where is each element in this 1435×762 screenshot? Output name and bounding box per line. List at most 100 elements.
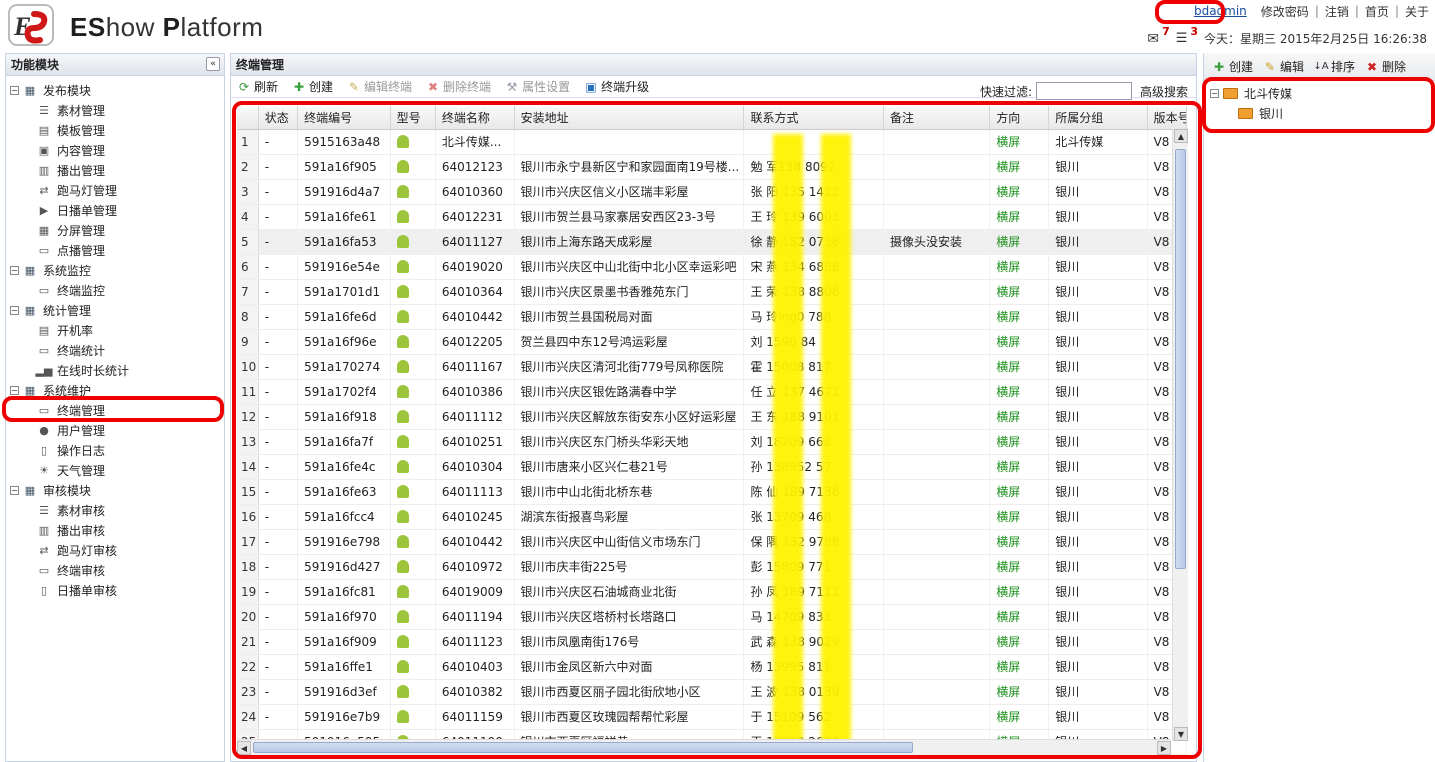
sidebar-item-terminal-audit[interactable]: ▭ 终端审核 — [6, 560, 224, 580]
folder-tree-icon: ▦ — [24, 303, 36, 317]
notification-row: ✉ 7 ☰ 3 今天：星期三 2015年2月25日 16:26:38 — [1147, 25, 1427, 47]
collapse-toggle-icon[interactable]: − — [10, 265, 19, 275]
refresh-icon: ⟳ — [238, 79, 250, 94]
create-button[interactable]: ✚ 创建 — [292, 78, 333, 95]
monitor-icon: ▭ — [38, 243, 50, 257]
broadcast-icon: ▥ — [38, 523, 50, 537]
sun-icon: ☀ — [39, 463, 49, 477]
sidebar-item-template[interactable]: ▤ 模板管理 — [6, 120, 224, 140]
sidebar-group-monitor[interactable]: − ▦ 系统监控 — [6, 260, 224, 280]
group-panel: ✚ 创建 ✎ 编辑 ↓A 排序 ✖ 删除 − 北斗传媒 银川 — [1203, 53, 1435, 762]
home-link[interactable]: 首页 — [1359, 3, 1395, 20]
sidebar-item-material[interactable]: ☰ 素材管理 — [6, 100, 224, 120]
refresh-button[interactable]: ⟳ 刷新 — [237, 78, 278, 95]
delete-icon: ✖ — [1367, 59, 1378, 74]
terminal-icon: ▭ — [38, 563, 50, 577]
user-icon: ● — [39, 423, 49, 437]
properties-button[interactable]: ⚒ 属性设置 — [505, 78, 570, 95]
sidebar-item-online-duration[interactable]: ▂▅ 在线时长统计 — [6, 360, 224, 380]
pencil-icon: ✎ — [349, 79, 360, 94]
group-sort-button[interactable]: ↓A 排序 — [1313, 58, 1355, 75]
sidebar-item-marquee-audit[interactable]: ⇄ 跑马灯审核 — [6, 540, 224, 560]
sidebar-item-broadcast[interactable]: ▥ 播出管理 — [6, 160, 224, 180]
mail-count-badge: 7 — [1162, 25, 1170, 38]
logout-link[interactable]: 注销 — [1319, 3, 1355, 20]
highlight-username — [1155, 0, 1225, 24]
list-icon: ☰ — [39, 103, 49, 117]
sidebar-title: 功能模块 — [11, 58, 60, 72]
collapse-toggle-icon[interactable]: − — [10, 485, 19, 495]
sidebar-item-marquee[interactable]: ⇄ 跑马灯管理 — [6, 180, 224, 200]
sidebar-tree: − ▦ 发布模块 ☰ 素材管理 ▤ 模板管理 ▣ 内容管理 ▥ 播出管理 ⇄ 跑马灯管理 ▶ 日… — [6, 76, 224, 600]
sidebar-item-boot-rate[interactable]: ▤ 开机率 — [6, 320, 224, 340]
eshow-logo: E — [8, 4, 54, 46]
highlight-sidebar-item — [2, 396, 224, 422]
bar-chart-icon: ▂▅ — [35, 363, 53, 377]
group-create-button[interactable]: ✚ 创建 — [1212, 58, 1253, 75]
document-icon: ▤ — [38, 323, 50, 337]
sidebar-item-daily-audit[interactable]: ▯ 日播单审核 — [6, 580, 224, 600]
terminal-icon: ▭ — [38, 283, 50, 297]
marquee-icon: ⇄ — [39, 183, 49, 197]
folder-tree-icon: ▦ — [24, 483, 36, 497]
highlight-grid — [232, 101, 1202, 759]
sidebar-item-broadcast-audit[interactable]: ▥ 播出审核 — [6, 520, 224, 540]
mail-icon[interactable]: ✉ — [1147, 31, 1159, 47]
sidebar-header: 功能模块 « — [6, 54, 224, 76]
about-link[interactable]: 关于 — [1399, 3, 1435, 20]
advanced-search-link[interactable]: 高级搜索 — [1140, 83, 1188, 100]
message-count-badge: 3 — [1190, 25, 1199, 38]
log-icon: ▯ — [40, 443, 48, 457]
sidebar-group-audit[interactable]: − ▦ 审核模块 — [6, 480, 224, 500]
filter-label: 快速过滤: — [979, 84, 1032, 99]
collapse-toggle-icon[interactable]: − — [10, 385, 19, 395]
sidebar-item-weather[interactable]: ☀ 天气管理 — [6, 460, 224, 480]
sidebar-item-vod[interactable]: ▭ 点播管理 — [6, 240, 224, 260]
delete-terminal-button[interactable]: ✖ 删除终端 — [426, 78, 491, 95]
sidebar-item-terminal-monitor[interactable]: ▭ 终端监控 — [6, 280, 224, 300]
highlight-group-tree — [1202, 77, 1435, 133]
checklist-icon: ▯ — [40, 583, 48, 597]
sidebar-item-daily-schedule[interactable]: ▶ 日播单管理 — [6, 200, 224, 220]
group-delete-button[interactable]: ✖ 删除 — [1365, 58, 1406, 75]
broadcast-icon: ▥ — [38, 163, 50, 177]
sidebar-item-split-screen[interactable]: ▦ 分屏管理 — [6, 220, 224, 240]
pencil-icon: ✎ — [1264, 59, 1276, 74]
sidebar-group-publish[interactable]: − ▦ 发布模块 — [6, 80, 224, 100]
collapse-toggle-icon[interactable]: − — [10, 85, 19, 95]
content-icon: ▣ — [38, 143, 50, 157]
wrench-icon: ⚒ — [506, 79, 518, 94]
current-date: 今天：星期三 2015年2月25日 16:26:38 — [1204, 32, 1427, 46]
sidebar-item-user-management[interactable]: ● 用户管理 — [6, 420, 224, 440]
monitor-icon: ▭ — [38, 343, 50, 357]
edit-terminal-button[interactable]: ✎ 编辑终端 — [347, 78, 412, 95]
delete-icon: ✖ — [428, 79, 439, 94]
split-screen-icon: ▦ — [38, 223, 50, 237]
plus-icon: ✚ — [293, 79, 305, 94]
folder-tree-icon: ▦ — [24, 383, 36, 397]
template-icon: ▤ — [38, 123, 50, 137]
plus-icon: ✚ — [1213, 59, 1225, 74]
quick-filter-input[interactable] — [1035, 82, 1132, 100]
sidebar-item-material-audit[interactable]: ☰ 素材审核 — [6, 500, 224, 520]
sidebar-item-operation-log[interactable]: ▯ 操作日志 — [6, 440, 224, 460]
change-password-link[interactable]: 修改密码 — [1255, 3, 1315, 20]
collapse-sidebar-button[interactable]: « — [206, 57, 220, 71]
list-icon: ☰ — [39, 503, 49, 517]
sidebar-item-terminal-stats[interactable]: ▭ 终端统计 — [6, 340, 224, 360]
folder-tree-icon: ▦ — [24, 263, 36, 277]
video-icon: ▶ — [39, 203, 49, 217]
message-list-icon[interactable]: ☰ — [1176, 31, 1188, 46]
sort-icon: ↓A — [1313, 61, 1329, 72]
collapse-toggle-icon[interactable]: − — [10, 305, 19, 315]
marquee-icon: ⇄ — [39, 543, 49, 557]
sidebar-item-content[interactable]: ▣ 内容管理 — [6, 140, 224, 160]
folder-tree-icon: ▦ — [24, 83, 36, 97]
upgrade-terminal-button[interactable]: ▣ 终端升级 — [584, 78, 649, 95]
sidebar-group-stats[interactable]: − ▦ 统计管理 — [6, 300, 224, 320]
page-title: 终端管理 — [236, 58, 285, 72]
group-edit-button[interactable]: ✎ 编辑 — [1263, 58, 1304, 75]
panel-header: 终端管理 — [231, 54, 1196, 76]
quick-filter: 快速过滤: 高级搜索 — [980, 82, 1188, 100]
brand-title: EShow Platform — [70, 12, 264, 42]
